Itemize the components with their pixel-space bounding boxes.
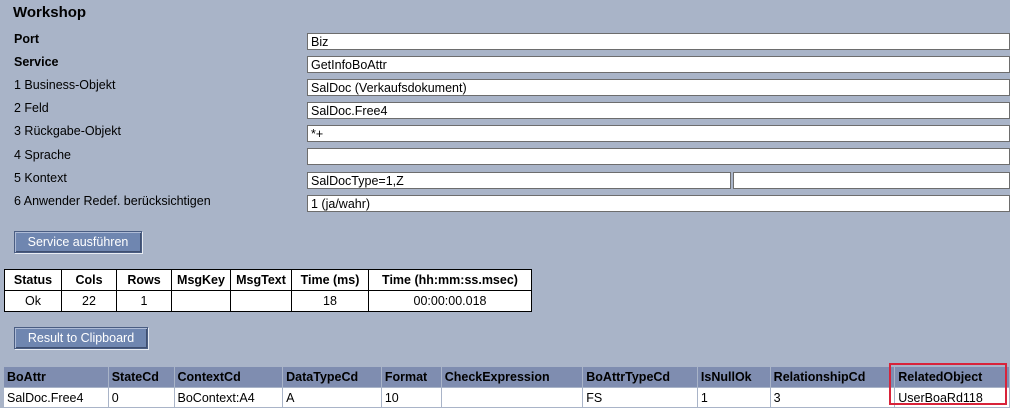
boattrtypecd-cell: FS: [582, 387, 698, 408]
cols-cell: 22: [61, 290, 117, 312]
boattrtypecd-header: BoAttrTypeCd: [582, 366, 698, 388]
sprache-field[interactable]: [307, 148, 1010, 165]
param-label-business-object: 1 Business-Objekt: [14, 78, 116, 92]
msgtext-cell: [230, 290, 292, 312]
format-cell: 10: [380, 387, 442, 408]
datatypecd-header: DataTypeCd: [282, 366, 382, 388]
anwender-redef-field[interactable]: 1 (ja/wahr): [307, 195, 1010, 212]
relatedobject-header: RelatedObject: [894, 366, 1010, 388]
time-hms-cell: 00:00:00.018: [368, 290, 532, 312]
contextcd-cell: BoContext:A4: [173, 387, 284, 408]
statecd-cell: 0: [107, 387, 175, 408]
status-table-row: Ok 22 1 18 00:00:00.018: [4, 290, 532, 312]
param-label-rueckgabe-objekt: 3 Rückgabe-Objekt: [14, 124, 122, 138]
time-ms-header: Time (ms): [291, 269, 369, 291]
msgkey-header: MsgKey: [171, 269, 231, 291]
time-ms-cell: 18: [291, 290, 369, 312]
param-label-feld: 2 Feld: [14, 101, 49, 115]
kontext-field[interactable]: SalDocType=1,Z: [307, 172, 731, 189]
status-table-header-row: Status Cols Rows MsgKey MsgText Time (ms…: [4, 269, 532, 291]
checkexpression-header: CheckExpression: [440, 366, 584, 388]
service-field[interactable]: GetInfoBoAttr: [307, 56, 1010, 73]
msgtext-header: MsgText: [230, 269, 292, 291]
isnullok-cell: 1: [696, 387, 771, 408]
run-service-button[interactable]: Service ausführen: [14, 231, 142, 253]
feld-field[interactable]: SalDoc.Free4: [307, 102, 1010, 119]
param-label-port: Port: [14, 32, 39, 46]
result-to-clipboard-button[interactable]: Result to Clipboard: [14, 327, 148, 349]
checkexpression-cell: [440, 387, 584, 408]
relationshipcd-header: RelationshipCd: [769, 366, 896, 388]
kontext-field-2[interactable]: [733, 172, 1010, 189]
status-table: Status Cols Rows MsgKey MsgText Time (ms…: [4, 269, 532, 312]
port-field[interactable]: Biz: [307, 33, 1010, 50]
boattr-cell: SalDoc.Free4: [3, 387, 109, 408]
isnullok-header: IsNullOk: [696, 366, 771, 388]
param-label-kontext: 5 Kontext: [14, 171, 67, 185]
status-header: Status: [4, 269, 62, 291]
time-hms-header: Time (hh:mm:ss.msec): [368, 269, 532, 291]
boattr-header: BoAttr: [3, 366, 109, 388]
page-title: Workshop: [13, 4, 87, 21]
msgkey-cell: [171, 290, 231, 312]
business-object-field[interactable]: SalDoc (Verkaufsdokument): [307, 79, 1010, 96]
format-header: Format: [380, 366, 442, 388]
rows-cell: 1: [116, 290, 172, 312]
rueckgabe-objekt-field[interactable]: *+: [307, 125, 1010, 142]
rows-header: Rows: [116, 269, 172, 291]
relatedobject-cell: UserBoaRd118: [894, 387, 1010, 408]
status-cell: Ok: [4, 290, 62, 312]
param-label-sprache: 4 Sprache: [14, 148, 71, 162]
cols-header: Cols: [61, 269, 117, 291]
relationshipcd-cell: 3: [769, 387, 896, 408]
param-label-service: Service: [14, 55, 59, 69]
datatypecd-cell: A: [282, 387, 382, 408]
table-row: SalDoc.Free4 0 BoContext:A4 A 10 FS 1 3 …: [3, 387, 1010, 408]
result-table: BoAttr StateCd ContextCd DataTypeCd Form…: [3, 366, 1010, 408]
param-label-anwender-redef: 6 Anwender Redef. berücksichtigen: [14, 194, 211, 208]
statecd-header: StateCd: [107, 366, 175, 388]
result-table-header-row: BoAttr StateCd ContextCd DataTypeCd Form…: [3, 366, 1010, 388]
contextcd-header: ContextCd: [173, 366, 284, 388]
